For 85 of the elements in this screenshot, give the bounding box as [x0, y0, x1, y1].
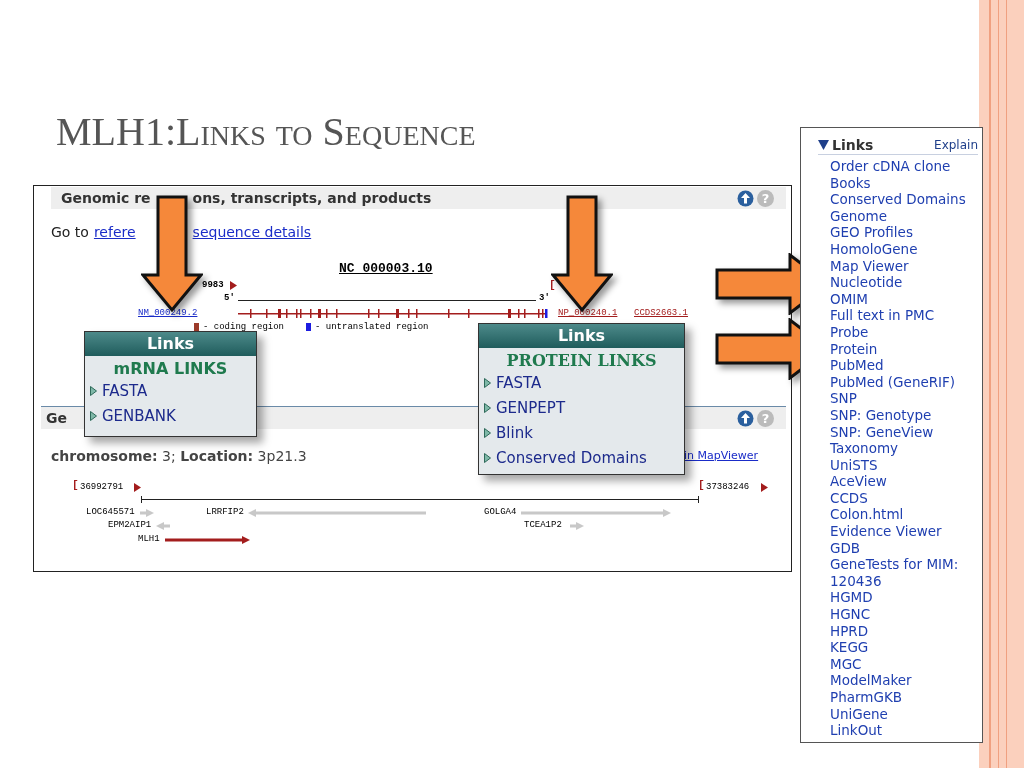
goto-label: Go to: [51, 224, 89, 240]
sidebar-link[interactable]: HGMD: [830, 589, 980, 607]
gene-label: GOLGA4: [484, 507, 517, 517]
gene-label: LRRFIP2: [206, 507, 244, 517]
marker-icon: [134, 483, 141, 492]
triangle-icon: [484, 452, 491, 463]
popup-link[interactable]: Conserved Domains: [479, 445, 684, 470]
triangle-icon: [484, 402, 491, 413]
popup-title: Links: [479, 324, 684, 348]
sidebar-title: Links: [832, 137, 874, 153]
sidebar-link[interactable]: Evidence Viewer: [830, 523, 980, 540]
range-start: 36992791: [80, 482, 124, 492]
sequence-link[interactable]: sequence details: [192, 224, 312, 240]
bracket-mark: [: [72, 479, 79, 491]
sidebar-link[interactable]: Order cDNA clone: [830, 158, 980, 175]
popup-title: Links: [85, 332, 256, 356]
section-title: Ge: [46, 410, 67, 426]
sidebar-link[interactable]: Conserved Domains: [830, 191, 980, 208]
three-prime-label: 3': [539, 293, 550, 303]
sidebar-link[interactable]: Probe: [830, 323, 980, 341]
sidebar-link[interactable]: MGC: [830, 655, 980, 673]
sidebar-link[interactable]: HPRD: [830, 622, 980, 640]
section-title: ons, transcripts, and products: [192, 190, 432, 206]
five-prime-label: 5': [224, 293, 235, 303]
sidebar-link[interactable]: UniSTS: [830, 456, 980, 474]
accession-label: NC_000003.10: [339, 261, 433, 276]
popup-link[interactable]: GENBANK: [85, 403, 256, 428]
explain-link[interactable]: Explain: [934, 138, 978, 152]
sidebar-link[interactable]: Books: [830, 174, 980, 192]
triangle-icon: [484, 427, 491, 438]
sidebar-link[interactable]: GEO Profiles: [830, 224, 980, 241]
range-end: 37383246: [706, 482, 750, 492]
sidebar-link[interactable]: Map Viewer: [830, 257, 980, 275]
section-title: Genomic re: [61, 190, 151, 206]
legend-label: - untranslated region: [315, 322, 429, 332]
popup-link[interactable]: GENPEPT: [479, 395, 684, 420]
sidebar-link[interactable]: CCDS: [830, 489, 980, 507]
ccds-link[interactable]: CCDS2663.1: [634, 308, 688, 318]
sidebar-link[interactable]: Protein: [830, 340, 980, 358]
popup-link[interactable]: FASTA: [85, 378, 256, 403]
sidebar-link[interactable]: SNP: [830, 390, 980, 407]
legend-label: - coding region: [203, 322, 284, 332]
triangle-icon: [484, 377, 491, 388]
sidebar-link[interactable]: AceView: [830, 473, 980, 490]
sidebar-link[interactable]: Colon.html: [830, 506, 980, 524]
popup-link[interactable]: FASTA: [479, 370, 684, 395]
sidebar-link[interactable]: UniGene: [830, 705, 980, 723]
triangle-icon: [90, 410, 97, 421]
sidebar-link[interactable]: HomoloGene: [830, 240, 980, 258]
bracket-mark: [: [549, 279, 556, 291]
popup-heading: mRNA LINKS: [112, 359, 229, 378]
sidebar-link[interactable]: GeneTests for MIM: 120436: [830, 556, 980, 590]
gene-label: EPM2AIP1: [108, 520, 152, 530]
gene-label: TCEA1P2: [524, 520, 562, 530]
bracket-mark: [: [698, 479, 705, 491]
slide-title: MLH1:Links to Sequence: [56, 108, 476, 155]
gene-label: MLH1: [138, 534, 160, 544]
collapse-triangle-icon[interactable]: [818, 140, 829, 150]
sidebar-link[interactable]: KEGG: [830, 639, 980, 656]
marker-icon: [230, 281, 237, 290]
sidebar-link[interactable]: Taxonomy: [830, 440, 980, 457]
sidebar-link[interactable]: PubMed (GeneRIF): [830, 373, 980, 391]
mapviewer-link[interactable]: in MapViewer: [684, 449, 759, 462]
sidebar-link[interactable]: Full text in PMC: [830, 307, 980, 324]
sidebar-link[interactable]: GDB: [830, 539, 980, 557]
triangle-icon: [90, 385, 97, 396]
protein-accession-link[interactable]: NP_000240.1: [558, 308, 618, 318]
sidebar-link[interactable]: OMIM: [830, 290, 980, 308]
location-text: chromosome: 3; Location: 3p21.3: [51, 448, 307, 464]
sidebar-link[interactable]: LinkOut: [830, 722, 980, 739]
sidebar-link[interactable]: SNP: Genotype: [830, 406, 980, 424]
transcript-accession-link[interactable]: NM_000249.2: [138, 308, 198, 318]
sidebar-link[interactable]: Genome: [830, 207, 980, 225]
start-coordinate: 9983: [202, 280, 224, 290]
sidebar-link[interactable]: SNP: GeneView: [830, 423, 980, 441]
gene-label: LOC645571: [86, 507, 135, 517]
marker-icon: [761, 483, 768, 492]
popup-link[interactable]: Blink: [479, 420, 684, 445]
sequence-link[interactable]: refere: [93, 224, 136, 240]
sidebar-link[interactable]: PharmGKB: [830, 689, 980, 706]
sidebar-link[interactable]: HGNC: [830, 606, 980, 623]
sidebar-link[interactable]: Nucleotide: [830, 274, 980, 291]
sidebar-link[interactable]: PubMed: [830, 357, 980, 374]
sidebar-link[interactable]: ModelMaker: [830, 672, 980, 689]
popup-heading: PROTEIN LINKS: [505, 351, 658, 370]
